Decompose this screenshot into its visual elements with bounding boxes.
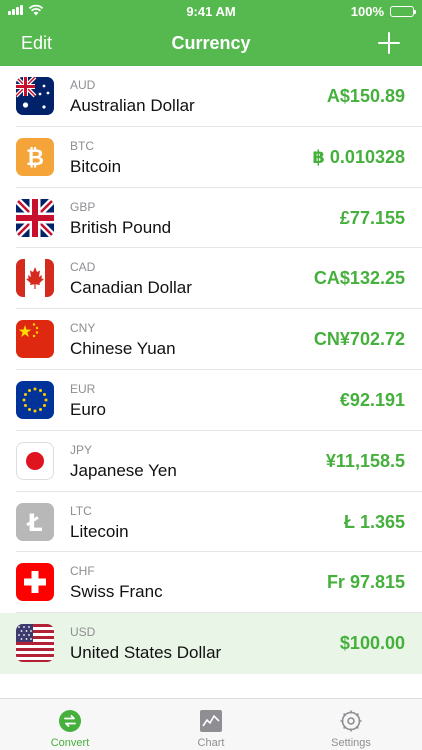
currency-name: British Pound [70,217,172,237]
currency-code: CHF [70,564,95,579]
currency-row-jpy[interactable]: JPY Japanese Yen ¥11,158.5 [16,431,422,492]
currency-row-chf[interactable]: CHF Swiss Franc Fr 97.815 [16,552,422,614]
currency-code: JPY [70,442,93,457]
tab-bar: Convert Chart Settings [0,698,422,750]
currency-row-cad[interactable]: CAD Canadian Dollar CA$132.25 [16,248,422,310]
currency-name: Chinese Yuan [70,339,176,359]
currency-row-btc[interactable]: ₿ BTC Bitcoin ฿ 0.010328 [16,127,422,188]
china-flag-icon [16,320,54,359]
tab-label: Chart [197,737,225,749]
currency-name: Swiss Franc [70,582,163,602]
currency-name: United States Dollar [70,643,222,663]
tab-label: Convert [50,737,90,749]
convert-icon [59,710,81,732]
app-header: 9:41 AM 100% Edit Currency [0,0,422,66]
eu-flag-icon [16,380,54,419]
currency-code: CAD [70,260,96,275]
currency-amount: Ł 1.365 [343,511,405,532]
switzerland-flag-icon [16,563,54,602]
canada-flag-icon [16,259,54,298]
japan-flag-icon [16,441,54,480]
currency-amount: ¥11,158.5 [325,450,405,471]
currency-row-gbp[interactable]: GBP British Pound £77.155 [16,188,422,249]
currency-code: GBP [70,199,96,214]
tab-convert[interactable]: Convert [20,699,120,750]
australia-flag-icon [16,77,54,115]
currency-code: AUD [70,78,96,92]
currency-name: Euro [70,399,106,419]
uk-flag-icon [16,198,54,237]
currency-code: USD [70,625,96,640]
currency-row-cny[interactable]: CNY Chinese Yuan CN¥702.72 [16,309,422,370]
chart-icon [200,710,222,732]
status-bar: 9:41 AM 100% [0,0,422,22]
page-title: Currency [171,33,251,53]
currency-amount: ฿ 0.010328 [312,146,405,167]
currency-row-aud[interactable]: AUD Australian Dollar A$150.89 [16,66,422,127]
currency-name: Litecoin [70,521,129,541]
nav-bar: Edit Currency [0,22,422,66]
litecoin-icon: Ł [16,502,54,541]
svg-text:₿: ₿ [26,146,44,171]
currency-amount: CA$132.25 [313,268,405,289]
add-icon[interactable] [378,32,400,54]
currency-amount: $100.00 [339,633,405,654]
currency-code: BTC [70,138,94,153]
currency-code: CNY [70,321,96,336]
currency-list: AUD Australian Dollar A$150.89 ₿ BTC Bit… [0,66,422,674]
tab-label: Settings [331,737,371,749]
currency-amount: Fr 97.815 [326,572,405,593]
settings-icon [340,710,362,732]
currency-code: EUR [70,381,96,396]
status-right: 100% [350,4,416,19]
usa-flag-icon [16,624,54,663]
currency-row-usd[interactable]: USD United States Dollar $100.00 [0,613,422,674]
currency-name: Japanese Yen [70,460,177,480]
currency-code: LTC [70,503,92,518]
tab-chart[interactable]: Chart [161,699,261,750]
currency-name: Australian Dollar [70,96,195,115]
currency-row-ltc[interactable]: Ł LTC Litecoin Ł 1.365 [16,492,422,553]
currency-amount: €92.191 [339,389,405,410]
tab-settings[interactable]: Settings [301,699,401,750]
currency-row-eur[interactable]: EUR Euro €92.191 [16,370,422,431]
bitcoin-icon: ₿ [16,137,54,176]
battery-icon [390,6,416,17]
currency-amount: A$150.89 [326,86,405,106]
currency-amount: £77.155 [339,207,405,228]
battery-percent: 100% [350,4,384,19]
currency-name: Canadian Dollar [70,278,192,298]
currency-name: Bitcoin [70,156,122,176]
currency-amount: CN¥702.72 [313,329,405,350]
svg-text:Ł: Ł [25,509,42,537]
